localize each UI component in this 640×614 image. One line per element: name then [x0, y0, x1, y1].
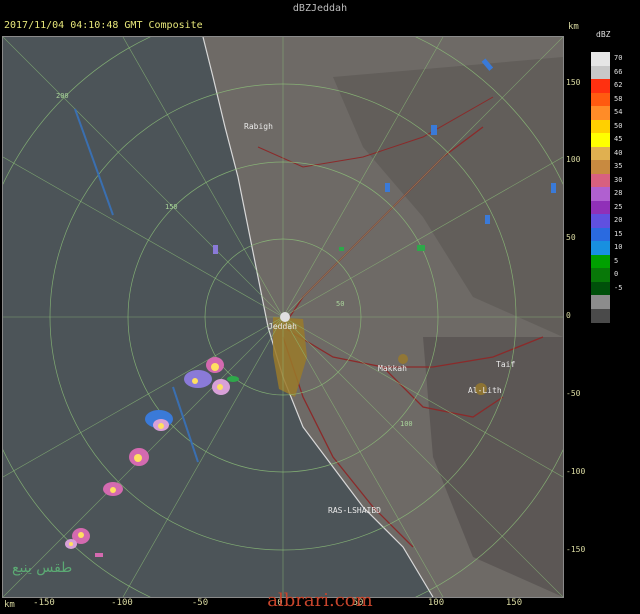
- legend-swatch: [591, 241, 610, 255]
- legend-value: 58: [614, 94, 623, 103]
- echo-small: [213, 245, 218, 254]
- legend-swatch: [591, 79, 610, 93]
- legend-swatch: [591, 119, 610, 134]
- km-label-top: km: [568, 22, 579, 32]
- legend-swatch: [591, 227, 610, 242]
- legend-value: 40: [614, 148, 623, 157]
- legend-swatch: [591, 92, 610, 107]
- arabic-watermark: طقس ينبع: [12, 560, 73, 576]
- legend-swatch: [591, 173, 610, 188]
- legend-swatch: [591, 200, 610, 215]
- legend-swatch: [591, 214, 610, 228]
- legend-value: 62: [614, 81, 623, 89]
- place-makkah: Makkah: [378, 364, 407, 373]
- echo-cluster-4: [103, 482, 123, 496]
- legend-swatch: [591, 65, 610, 80]
- legend-swatch: [591, 281, 610, 296]
- place-taif: Taif: [496, 360, 516, 369]
- legend-value: -5: [614, 283, 623, 292]
- legend-swatch: [591, 295, 610, 309]
- range-label: 100: [400, 420, 413, 428]
- y-tick-label: 0: [566, 311, 571, 320]
- echo-small: [551, 183, 556, 193]
- y-tick-label: 50: [566, 233, 576, 242]
- echo-small: [417, 245, 425, 251]
- echo-small: [431, 125, 437, 135]
- legend-value: 30: [614, 175, 623, 184]
- window-title: dBZJeddah: [0, 0, 640, 18]
- legend-swatch: [591, 133, 610, 147]
- legend-value: 25: [614, 202, 623, 211]
- legend-value: 20: [614, 216, 623, 224]
- legend-title: dBZ: [596, 30, 611, 39]
- radar-map-svg: [3, 37, 563, 597]
- echo-small: [385, 183, 390, 192]
- legend-value: 5: [614, 256, 619, 265]
- y-tick-label: -50: [566, 389, 581, 398]
- legend-value: 66: [614, 67, 623, 76]
- legend-value: 35: [614, 162, 623, 170]
- legend-swatch: [591, 160, 610, 174]
- timestamp-label: 2017/11/04 04:10:48 GMT Composite: [4, 20, 203, 31]
- range-label: 150: [165, 203, 178, 211]
- legend-swatch: [591, 268, 610, 282]
- y-tick-label: 150: [566, 78, 581, 87]
- legend-value: 15: [614, 229, 623, 238]
- y-tick-label: 100: [566, 155, 581, 164]
- legend-swatch: [591, 146, 610, 161]
- legend-value: 0: [614, 270, 619, 278]
- echo-small: [485, 215, 490, 224]
- range-label: 200: [56, 92, 69, 100]
- legend-swatch: [591, 187, 610, 201]
- site-watermark: albrari.com: [267, 590, 373, 611]
- range-label: 50: [336, 300, 345, 308]
- legend-value: 50: [614, 121, 623, 130]
- radar-site: [280, 312, 290, 322]
- legend-value: 70: [614, 54, 623, 62]
- place-al-lith: Al-Lith: [468, 386, 502, 395]
- echo-small: [339, 247, 344, 251]
- makkah-urban: [398, 354, 408, 364]
- legend-value: 28: [614, 189, 623, 197]
- place-rabigh: Rabigh: [244, 122, 273, 131]
- echo-cluster-3: [129, 448, 149, 466]
- legend-swatch: [591, 106, 610, 120]
- y-tick-label: -150: [566, 545, 586, 554]
- legend-swatch: [591, 254, 610, 269]
- legend-value: 10: [614, 243, 623, 251]
- legend-swatch: [591, 52, 610, 66]
- legend-value: 54: [614, 108, 623, 116]
- legend-swatch: [591, 308, 610, 323]
- y-tick-label: -100: [566, 467, 586, 476]
- place-ras: RAS-LSHAIBD: [328, 506, 381, 515]
- legend-value: 45: [614, 135, 623, 143]
- place-jeddah: Jeddah: [268, 322, 297, 331]
- radar-map[interactable]: [2, 36, 564, 598]
